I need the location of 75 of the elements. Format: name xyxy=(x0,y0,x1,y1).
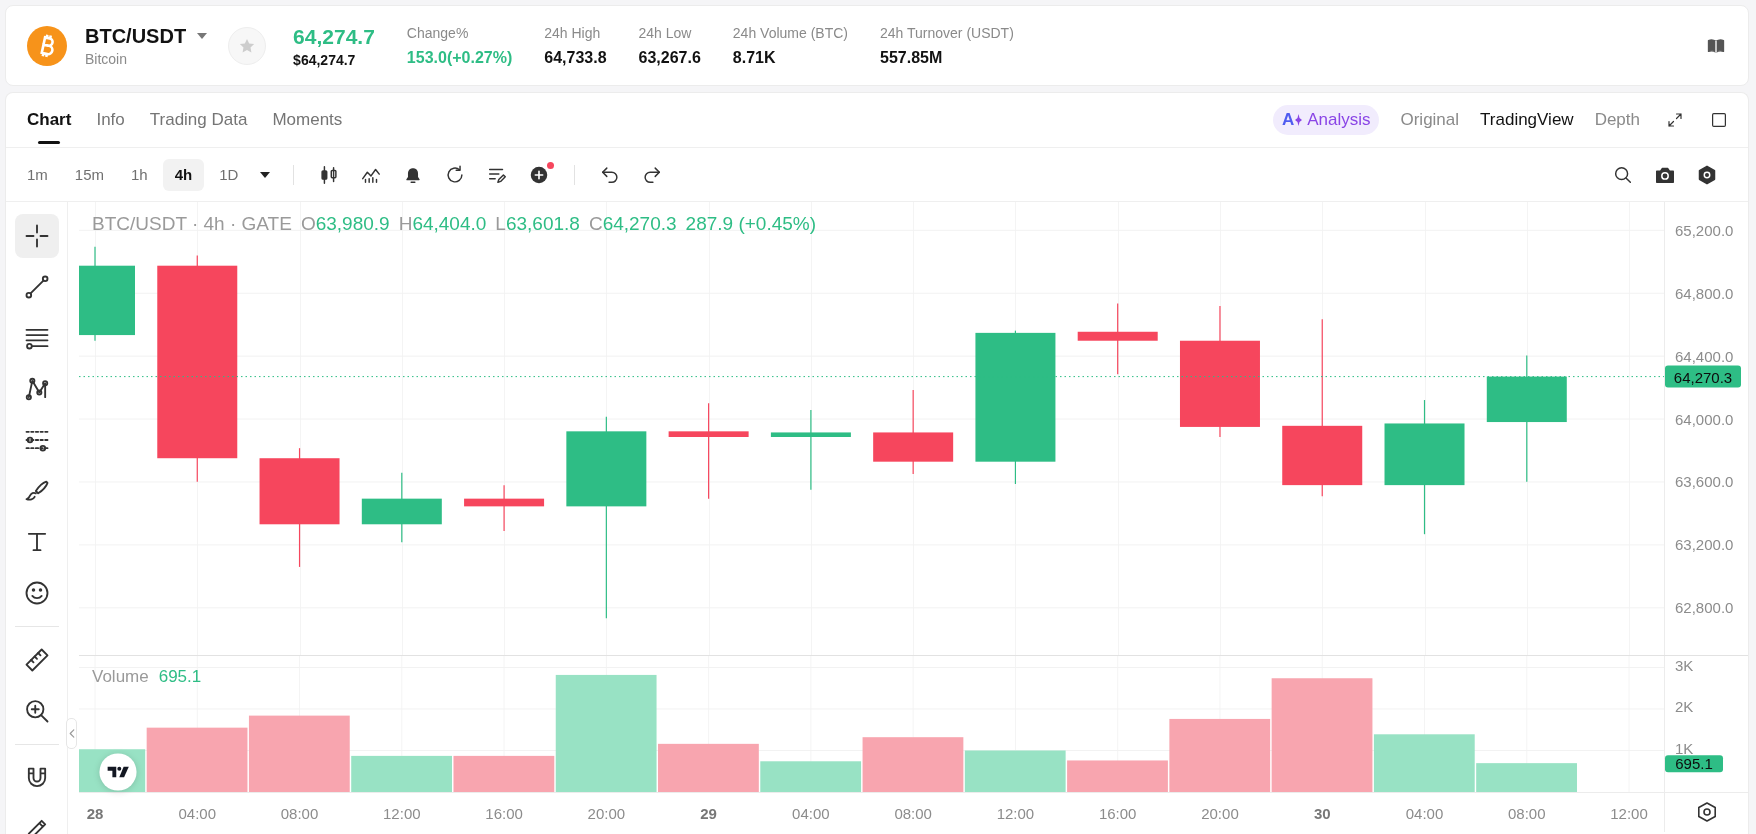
chart-title: BTC/USDT · 4h · GATE xyxy=(92,213,292,235)
stat-value: 64,733.8 xyxy=(544,47,607,68)
view-tab[interactable]: Info xyxy=(96,93,125,147)
volume-axis-label: 3K xyxy=(1675,656,1694,674)
volume-axis-label: 2K xyxy=(1675,698,1694,716)
ai-letter: A xyxy=(1281,110,1295,130)
chart-view-tab[interactable]: Original xyxy=(1400,105,1460,135)
volume-axis-label: 1K xyxy=(1675,740,1694,757)
caret-down-icon xyxy=(196,32,209,40)
time-axis-label: 12:00 xyxy=(383,804,421,822)
sparkle-icon xyxy=(1295,114,1303,126)
price-axis-label: 65,200.0 xyxy=(1675,221,1734,239)
ohlc-value: O63,980.9 xyxy=(300,213,390,235)
volume-label: Volume xyxy=(92,667,149,687)
interval-button[interactable]: 1D xyxy=(207,158,251,191)
drawing-tool-button[interactable] xyxy=(14,214,59,258)
time-axis-label: 16:00 xyxy=(1098,804,1137,822)
view-tab[interactable]: Trading Data xyxy=(149,93,248,147)
chart-view-tab[interactable]: TradingView xyxy=(1480,105,1574,135)
time-axis-label: 29 xyxy=(700,804,717,822)
price-axis-label: 64,000.0 xyxy=(1675,410,1734,428)
view-tab[interactable]: Moments xyxy=(272,93,343,147)
stat-label: 24h High xyxy=(544,23,602,42)
stat-label: 24h Low xyxy=(638,23,693,42)
analysis-tab[interactable]: A Analysis xyxy=(1272,105,1380,135)
time-axis-label: 08:00 xyxy=(894,804,932,822)
time-axis-label: 20:00 xyxy=(1201,804,1239,822)
chart-view-tab[interactable]: Depth xyxy=(1594,105,1640,135)
time-axis-label: 16:00 xyxy=(485,804,523,822)
stat-label: Change% xyxy=(406,23,470,42)
price-axis-label: 63,600.0 xyxy=(1675,473,1734,491)
view-tab[interactable]: Chart xyxy=(27,93,72,147)
chart-logo-icon[interactable] xyxy=(99,753,137,791)
ohlc-value: H64,404.0 xyxy=(398,213,487,235)
time-axis-label: 04:00 xyxy=(178,804,217,822)
settings-icon[interactable] xyxy=(1696,163,1718,186)
time-axis-label: 12:00 xyxy=(996,804,1035,822)
coin-icon xyxy=(27,25,67,66)
last-price: 64,274.7 xyxy=(293,23,375,50)
interval-button[interactable]: 4h xyxy=(162,158,205,191)
last-price-tag: 64,270.3 xyxy=(1665,365,1741,388)
time-axis-label: 08:00 xyxy=(1508,804,1546,822)
stat-value: 63,267.6 xyxy=(638,47,701,68)
time-axis-label: 04:00 xyxy=(792,804,830,822)
settings-icon[interactable] xyxy=(1698,802,1716,822)
last-volume-tag: 695.1 xyxy=(1665,755,1723,773)
pair-selector[interactable]: BTC/USDT xyxy=(85,24,209,48)
square-icon[interactable] xyxy=(1710,111,1728,129)
stat-label: 24h Turnover (USDT) xyxy=(880,23,1014,42)
interval-button[interactable]: 15m xyxy=(62,158,117,191)
volume-value: 695.1 xyxy=(158,667,202,687)
time-axis-label: 20:00 xyxy=(587,804,626,822)
expand-icon[interactable] xyxy=(1666,111,1684,129)
time-axis-label: 28 xyxy=(86,804,104,822)
interval-button[interactable]: 1m xyxy=(15,158,60,191)
price-usd: $64,274.7 xyxy=(293,51,357,68)
coin-name: Bitcoin xyxy=(85,51,129,67)
price-axis-label: 63,200.0 xyxy=(1675,536,1734,554)
price-change: 287.9 (+0.45%) xyxy=(685,213,817,235)
ohlc-value: C64,270.3 xyxy=(588,213,677,235)
time-axis-label: 30 xyxy=(1313,804,1331,822)
stat-label: 24h Volume (BTC) xyxy=(732,23,848,42)
stat-value: 557.85M xyxy=(880,47,944,68)
ohlc-value: L63,601.8 xyxy=(495,213,580,235)
interval-button[interactable]: 1h xyxy=(119,158,160,191)
price-axis-label: 62,800.0 xyxy=(1675,599,1734,617)
time-axis-label: 04:00 xyxy=(1405,804,1444,822)
price-axis-label: 64,800.0 xyxy=(1675,284,1734,302)
caret-down-icon[interactable] xyxy=(259,170,272,179)
price-axis-label: 64,400.0 xyxy=(1675,347,1734,365)
chevron-left-icon xyxy=(68,729,75,738)
stat-value: 8.71K xyxy=(732,47,777,68)
stat-value: 153.0(+0.27%) xyxy=(406,47,513,68)
time-axis-label: 08:00 xyxy=(280,804,319,822)
time-axis-label: 12:00 xyxy=(1610,804,1648,822)
